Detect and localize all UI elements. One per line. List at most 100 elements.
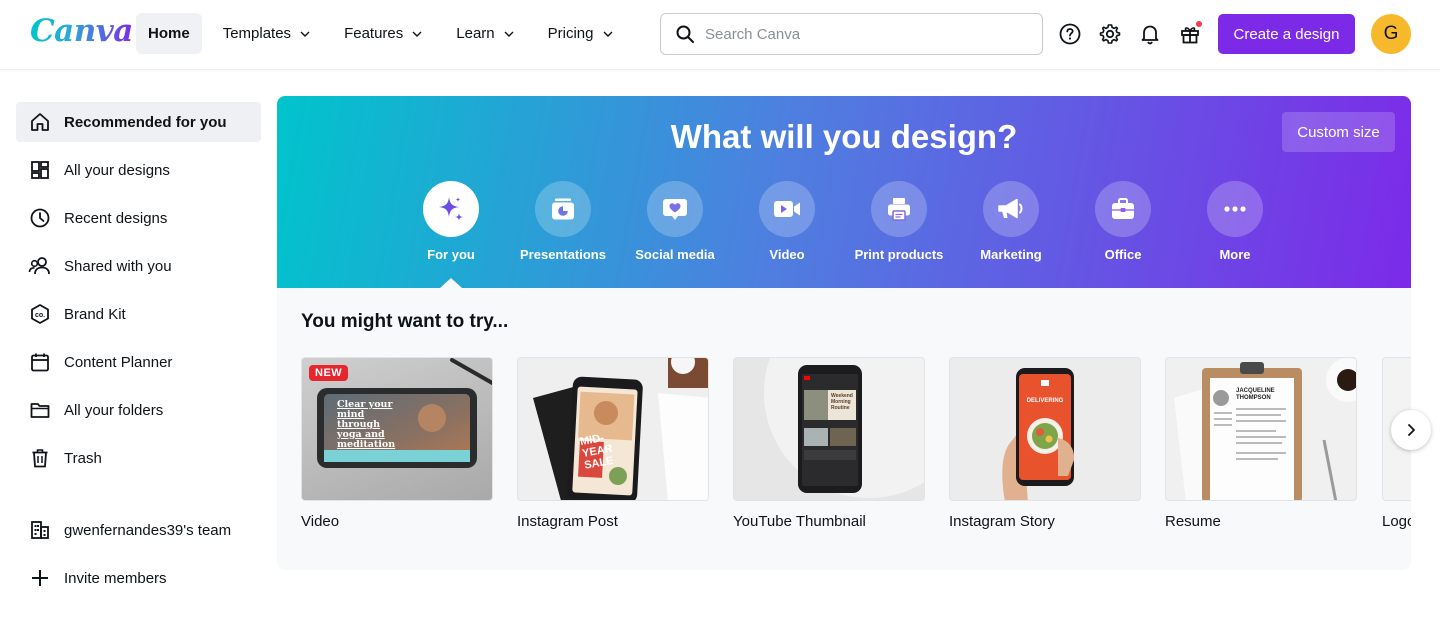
sidebar-item-label: All your folders: [64, 401, 164, 419]
suggestion-card-instagram-story[interactable]: DELIVERING Instagram Story: [949, 357, 1141, 530]
sidebar-item-folders[interactable]: All your folders: [16, 390, 261, 430]
top-navigation-bar: Canva Home Templates Features Learn Pric…: [0, 0, 1440, 70]
youtube-thumbnail-art: [764, 358, 924, 498]
category-circle: [1207, 181, 1263, 237]
suggestion-card-youtube-thumbnail[interactable]: Weekend Morning Routine YouTube Thumbnai…: [733, 357, 925, 530]
category-circle: [983, 181, 1039, 237]
calendar-icon: [28, 350, 52, 374]
sparkle-icon: [439, 197, 463, 221]
category-circle: [871, 181, 927, 237]
nav-home[interactable]: Home: [136, 13, 202, 54]
category-label: More: [1219, 247, 1251, 262]
card-thumbnail-text: JACQUELINE THOMPSON: [1236, 388, 1275, 401]
create-design-button[interactable]: Create a design: [1218, 14, 1355, 54]
nav-features[interactable]: Features: [332, 13, 435, 54]
instagram-story-thumbnail-art: [1002, 368, 1075, 500]
category-circle: [1095, 181, 1151, 237]
folder-icon: [28, 398, 52, 422]
people-icon: [28, 254, 52, 278]
category-label: Print products: [854, 247, 944, 262]
chevron-down-icon: [412, 31, 422, 37]
sidebar-item-recommended[interactable]: Recommended for you: [16, 102, 261, 142]
chevron-down-icon: [603, 31, 612, 37]
sidebar-item-team[interactable]: gwenfernandes39's team: [16, 510, 261, 550]
briefcase-icon: [1112, 198, 1134, 219]
sidebar-item-label: Trash: [64, 449, 102, 467]
card-thumbnail: DELIVERING: [949, 357, 1141, 501]
card-label: YouTube Thumbnail: [733, 513, 866, 530]
sidebar-item-trash[interactable]: Trash: [16, 438, 261, 478]
help-icon: [1059, 23, 1081, 45]
category-label: Presentations: [520, 247, 606, 262]
printer-icon: [888, 198, 910, 221]
suggestions-panel: You might want to try... Clear your mind…: [277, 288, 1411, 570]
sidebar-item-content-planner[interactable]: Content Planner: [16, 342, 261, 382]
sidebar-item-all-designs[interactable]: All your designs: [16, 150, 261, 190]
suggestion-card-instagram-post[interactable]: MID-YEAR SALE Instagram Post: [517, 357, 709, 530]
sidebar: Recommended for you All your designs Rec…: [16, 102, 261, 486]
category-label: Marketing: [980, 247, 1042, 262]
hero-banner: What will you design? Custom size For yo…: [277, 96, 1411, 288]
card-label: Logo: [1382, 513, 1411, 530]
search-box[interactable]: [660, 13, 1043, 55]
category-video[interactable]: Video: [731, 181, 843, 262]
nav-learn-label: Learn: [456, 25, 495, 42]
presentation-icon: [552, 198, 574, 220]
settings-button[interactable]: [1094, 18, 1126, 50]
invite-members-label: Invite members: [64, 569, 167, 587]
sidebar-team-section: gwenfernandes39's team Invite members: [16, 510, 261, 606]
invite-members-button[interactable]: Invite members: [16, 558, 261, 598]
resume-thumbnail-art: [1174, 358, 1356, 500]
canva-logo[interactable]: Canva: [30, 13, 133, 49]
card-label: Video: [301, 513, 340, 530]
gear-icon: [1099, 24, 1121, 44]
category-office[interactable]: Office: [1067, 181, 1179, 262]
gift-button[interactable]: [1174, 18, 1206, 50]
category-circle: [759, 181, 815, 237]
clock-icon: [28, 206, 52, 230]
avatar[interactable]: G: [1371, 14, 1411, 54]
category-presentations[interactable]: Presentations: [507, 181, 619, 262]
nav-home-label: Home: [148, 25, 190, 42]
category-marketing[interactable]: Marketing: [955, 181, 1067, 262]
category-label: For you: [427, 247, 475, 262]
selected-category-indicator: [440, 278, 462, 288]
carousel-next-button[interactable]: [1391, 410, 1431, 450]
sidebar-item-recent[interactable]: Recent designs: [16, 198, 261, 238]
trash-icon: [28, 446, 52, 470]
card-thumbnail-text: Weekend Morning Routine: [831, 393, 853, 411]
new-badge: NEW: [309, 365, 349, 381]
sidebar-item-shared[interactable]: Shared with you: [16, 246, 261, 286]
notification-dot: [1196, 21, 1202, 27]
category-circle: [423, 181, 479, 237]
category-more[interactable]: More: [1179, 181, 1291, 262]
grid-icon: [28, 158, 52, 182]
sidebar-item-label: Recommended for you: [64, 113, 227, 131]
custom-size-button[interactable]: Custom size: [1282, 112, 1395, 152]
nav-learn[interactable]: Learn: [444, 13, 526, 54]
sidebar-item-brand-kit[interactable]: co. Brand Kit: [16, 294, 261, 334]
nav-pricing[interactable]: Pricing: [536, 13, 626, 54]
suggestion-card-video[interactable]: Clear your mind through yoga and meditat…: [301, 357, 493, 530]
search-input[interactable]: [705, 25, 1025, 43]
help-button[interactable]: [1054, 18, 1086, 50]
nav-templates[interactable]: Templates: [211, 13, 323, 54]
nav-features-label: Features: [344, 25, 404, 42]
plus-icon: [28, 566, 52, 590]
category-circle: [647, 181, 703, 237]
category-print-products[interactable]: Print products: [843, 181, 955, 262]
category-social-media[interactable]: Social media: [619, 181, 731, 262]
heart-icon: [663, 199, 687, 220]
category-label: Office: [1104, 247, 1142, 262]
team-name: gwenfernandes39's team: [64, 521, 232, 539]
suggestion-card-resume[interactable]: JACQUELINE THOMPSON Resume: [1165, 357, 1357, 530]
sidebar-item-label: Recent designs: [64, 209, 168, 227]
team-icon: [28, 518, 52, 542]
sidebar-item-label: Shared with you: [64, 257, 172, 275]
card-thumbnail-text: DELIVERING: [1026, 398, 1064, 404]
category-for-you[interactable]: For you: [395, 181, 507, 262]
card-thumbnail-text: Clear your mind through yoga and meditat…: [337, 399, 396, 450]
card-thumbnail: JACQUELINE THOMPSON: [1165, 357, 1357, 501]
notifications-button[interactable]: [1134, 18, 1166, 50]
card-label: Resume: [1165, 513, 1221, 530]
